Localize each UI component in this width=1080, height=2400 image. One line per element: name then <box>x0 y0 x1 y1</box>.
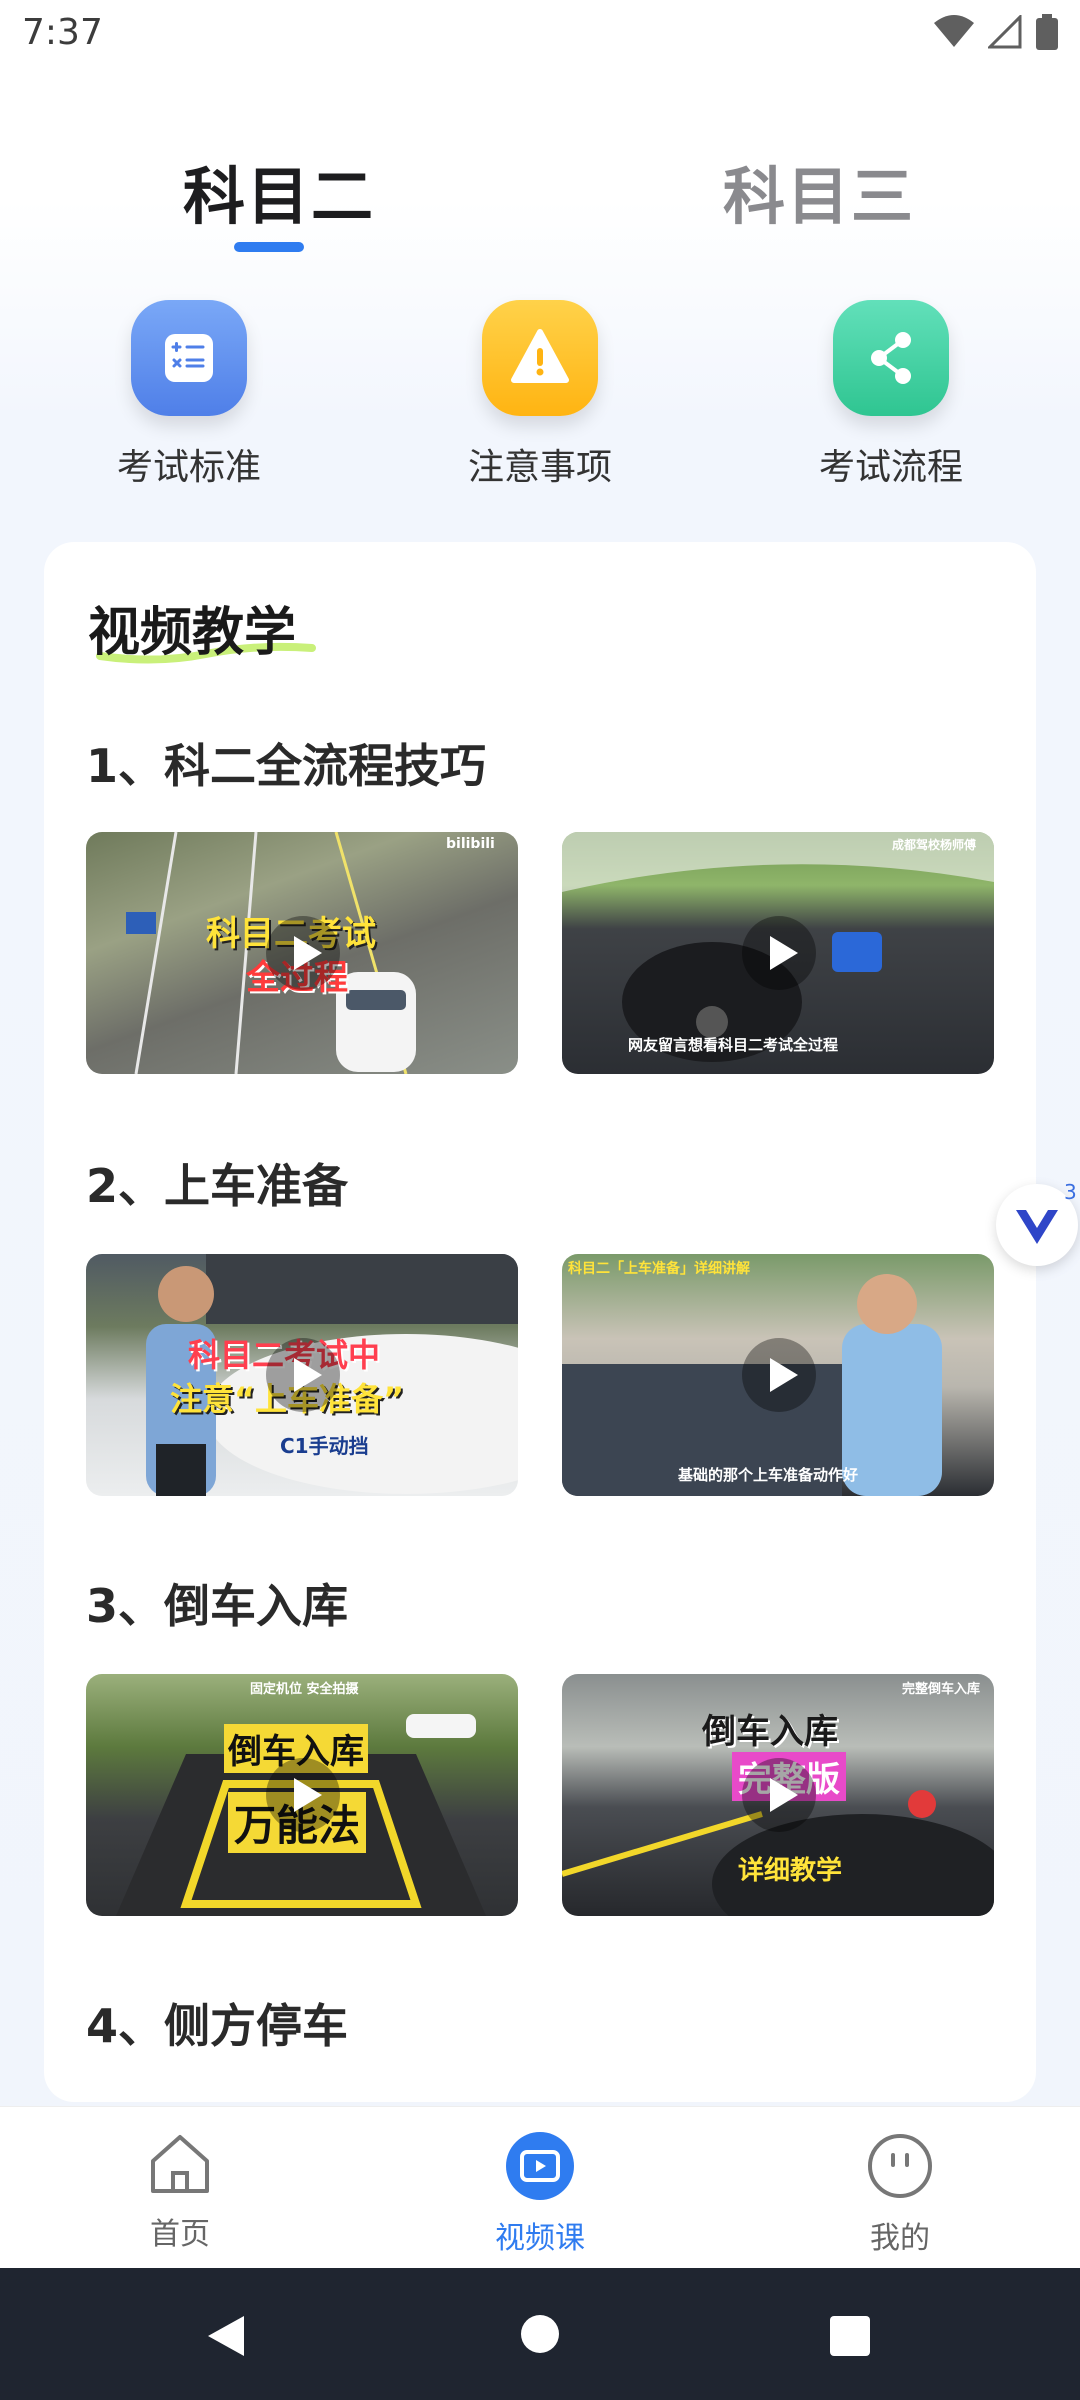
status-icons <box>934 14 1058 50</box>
play-icon <box>266 1338 340 1412</box>
video-caption: 网友留言想看科目二考试全过程 <box>628 1036 839 1054</box>
video-subcaption: C1手动挡 <box>280 1434 369 1458</box>
video-icon <box>506 2132 574 2200</box>
play-icon <box>742 1758 816 1832</box>
back-icon[interactable] <box>206 2314 246 2358</box>
video-thumbnail[interactable]: 基础的那个上车准备动作好 科目二「上车准备」详细讲解 <box>562 1254 994 1496</box>
nav-label: 我的 <box>870 2221 930 2256</box>
battery-icon <box>1036 14 1058 50</box>
video-caption: 基础的那个上车准备动作好 <box>678 1466 859 1484</box>
warning-icon <box>482 300 598 416</box>
profile-icon <box>868 2134 932 2198</box>
play-icon <box>266 916 340 990</box>
quick-item-notes[interactable]: 注意事项 <box>420 300 660 490</box>
floating-badge-count: 3 <box>1064 1180 1077 1204</box>
play-icon <box>742 1338 816 1412</box>
quick-item-label: 考试标准 <box>116 447 261 488</box>
status-time: 7:37 <box>22 12 103 53</box>
recents-icon[interactable] <box>830 2316 870 2356</box>
screen: 7:37 科目二 科目三 考试标准 注意事项 考试流程 视频教学 1、科二全流程… <box>0 0 1080 2400</box>
section-title: 3、倒车入库 <box>86 1579 349 1633</box>
status-bar: 7:37 <box>0 0 1080 66</box>
video-thumbnail[interactable]: 网友留言想看科目二考试全过程 成都驾校杨师傅 <box>562 832 994 1074</box>
share-icon <box>833 300 949 416</box>
nav-video-course[interactable]: 视频课 <box>440 2131 640 2257</box>
quick-item-exam-standard[interactable]: 考试标准 <box>69 300 309 490</box>
quick-item-label: 注意事项 <box>467 447 612 488</box>
video-source-tag: 固定机位 安全拍摄 <box>250 1682 359 1697</box>
section-title: 2、上车准备 <box>86 1159 349 1213</box>
video-source-tag: 完整倒车入库 <box>902 1682 981 1697</box>
tab-subject-three[interactable]: 科目三 <box>723 146 915 236</box>
video-teaching-card: 视频教学 1、科二全流程技巧 科目二考试 全过程 bilibili 网友留言想看… <box>44 542 1036 2102</box>
nav-label: 首页 <box>150 2217 210 2252</box>
section-title: 4、侧方停车 <box>86 1999 349 2053</box>
video-thumbnail[interactable]: 科目二考试中 注意“上车准备” C1手动挡 <box>86 1254 518 1496</box>
tab-subject-two[interactable]: 科目二 <box>183 146 375 236</box>
play-icon <box>742 916 816 990</box>
tab-indicator <box>234 242 304 252</box>
quick-item-label: 考试流程 <box>818 447 963 488</box>
quick-item-exam-process[interactable]: 考试流程 <box>771 300 1011 490</box>
nav-home[interactable]: 首页 <box>80 2131 280 2253</box>
video-thumbnail[interactable]: 倒车入库 完整版 详细教学 完整倒车入库 <box>562 1674 994 1916</box>
home-icon <box>151 2135 209 2193</box>
video-subcaption: 详细教学 <box>738 1856 843 1886</box>
video-caption: 倒车入库 <box>702 1712 838 1752</box>
video-thumbnail[interactable]: 倒车入库 万能法 固定机位 安全拍摄 <box>86 1674 518 1916</box>
signal-icon <box>988 15 1022 49</box>
video-source-tag: 科目二「上车准备」详细讲解 <box>568 1261 750 1277</box>
system-navigation-bar <box>0 2268 1080 2400</box>
video-thumbnail[interactable]: 科目二考试 全过程 bilibili <box>86 832 518 1074</box>
section-title: 1、科二全流程技巧 <box>86 739 487 793</box>
nav-label: 视频课 <box>495 2221 585 2256</box>
play-icon <box>266 1758 340 1832</box>
calculator-icon <box>131 300 247 416</box>
home-button-icon[interactable] <box>520 2314 560 2354</box>
video-source-tag: 成都驾校杨师傅 <box>892 838 977 852</box>
card-title: 视频教学 <box>88 603 297 663</box>
nav-profile[interactable]: 我的 <box>800 2131 1000 2257</box>
wifi-icon <box>934 15 974 47</box>
video-source-tag: bilibili <box>446 836 495 852</box>
bottom-nav: 首页 视频课 我的 <box>0 2106 1080 2268</box>
